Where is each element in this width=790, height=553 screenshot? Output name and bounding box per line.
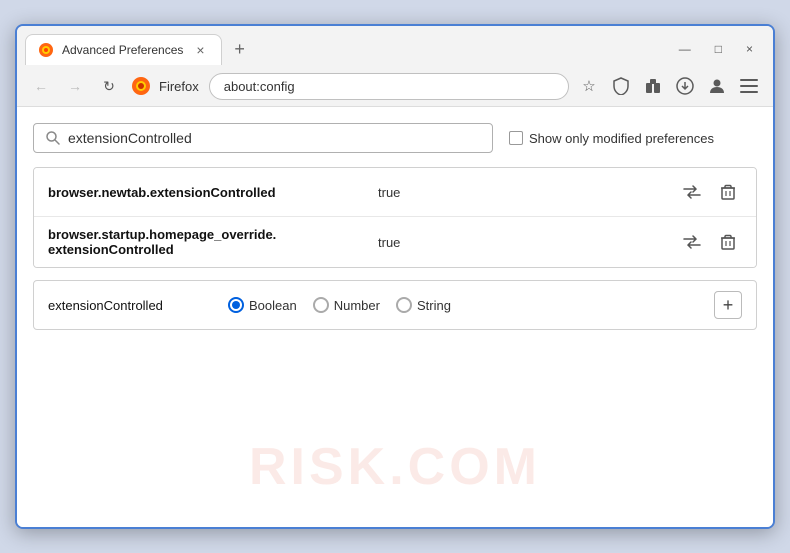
pref-name-2: browser.startup.homepage_override. exten… xyxy=(48,227,368,257)
preferences-table: browser.newtab.extensionControlled true xyxy=(33,167,757,268)
firefox-label: Firefox xyxy=(159,79,199,94)
search-icon xyxy=(46,131,60,145)
firefox-logo-icon xyxy=(131,76,151,96)
search-input-value: extensionControlled xyxy=(68,130,192,146)
number-label: Number xyxy=(334,298,380,313)
forward-button[interactable]: → xyxy=(61,72,89,100)
toggle-button-1[interactable] xyxy=(678,178,706,206)
pref-actions-2 xyxy=(678,228,742,256)
string-label: String xyxy=(417,298,451,313)
back-button[interactable]: ← xyxy=(27,72,55,100)
add-preference-button[interactable]: + xyxy=(714,291,742,319)
download-icon[interactable] xyxy=(671,72,699,100)
new-preference-row: extensionControlled Boolean Number Strin… xyxy=(33,280,757,330)
active-tab: Advanced Preferences × xyxy=(25,34,222,65)
window-controls: — □ × xyxy=(671,40,765,58)
table-row: browser.startup.homepage_override. exten… xyxy=(34,217,756,267)
tab-favicon-icon xyxy=(38,42,54,58)
url-text: about:config xyxy=(224,79,295,94)
string-radio-circle xyxy=(396,297,412,313)
delete-button-1[interactable] xyxy=(714,178,742,206)
browser-window: Advanced Preferences × + — □ × ← → ↻ Fir… xyxy=(15,24,775,529)
radio-number[interactable]: Number xyxy=(313,297,380,313)
extension-icon[interactable] xyxy=(639,72,667,100)
nav-right-icons: ☆ xyxy=(575,72,763,100)
table-row: browser.newtab.extensionControlled true xyxy=(34,168,756,217)
boolean-label: Boolean xyxy=(249,298,297,313)
pref-name-line2: extensionControlled xyxy=(48,242,368,257)
pref-value-2: true xyxy=(378,235,668,250)
type-radio-group: Boolean Number String xyxy=(228,297,694,313)
refresh-button[interactable]: ↻ xyxy=(95,72,123,100)
menu-icon[interactable] xyxy=(735,72,763,100)
show-modified-label: Show only modified preferences xyxy=(529,131,714,146)
delete-button-2[interactable] xyxy=(714,228,742,256)
search-row: extensionControlled Show only modified p… xyxy=(33,123,757,153)
pref-name-line1: browser.startup.homepage_override. xyxy=(48,227,368,242)
restore-button[interactable]: □ xyxy=(707,40,730,58)
profile-icon[interactable] xyxy=(703,72,731,100)
new-tab-button[interactable]: + xyxy=(226,35,253,64)
number-radio-circle xyxy=(313,297,329,313)
shield-icon[interactable] xyxy=(607,72,635,100)
pref-value-1: true xyxy=(378,185,668,200)
tab-close-button[interactable]: × xyxy=(191,41,209,59)
watermark: RISK.COM xyxy=(249,437,541,497)
tab-title: Advanced Preferences xyxy=(62,43,183,57)
title-bar: Advanced Preferences × + — □ × xyxy=(17,26,773,66)
navigation-bar: ← → ↻ Firefox about:config ☆ xyxy=(17,66,773,107)
toggle-button-2[interactable] xyxy=(678,228,706,256)
pref-name-1: browser.newtab.extensionControlled xyxy=(48,185,368,200)
show-modified-checkbox[interactable] xyxy=(509,131,523,145)
show-modified-row: Show only modified preferences xyxy=(509,131,714,146)
minimize-button[interactable]: — xyxy=(671,40,699,58)
search-box[interactable]: extensionControlled xyxy=(33,123,493,153)
content-area: extensionControlled Show only modified p… xyxy=(17,107,773,527)
pref-actions-1 xyxy=(678,178,742,206)
radio-string[interactable]: String xyxy=(396,297,451,313)
new-pref-name: extensionControlled xyxy=(48,298,208,313)
boolean-radio-circle xyxy=(228,297,244,313)
close-button[interactable]: × xyxy=(738,40,761,58)
bookmark-icon[interactable]: ☆ xyxy=(575,72,603,100)
radio-boolean[interactable]: Boolean xyxy=(228,297,297,313)
url-bar[interactable]: about:config xyxy=(209,73,569,100)
